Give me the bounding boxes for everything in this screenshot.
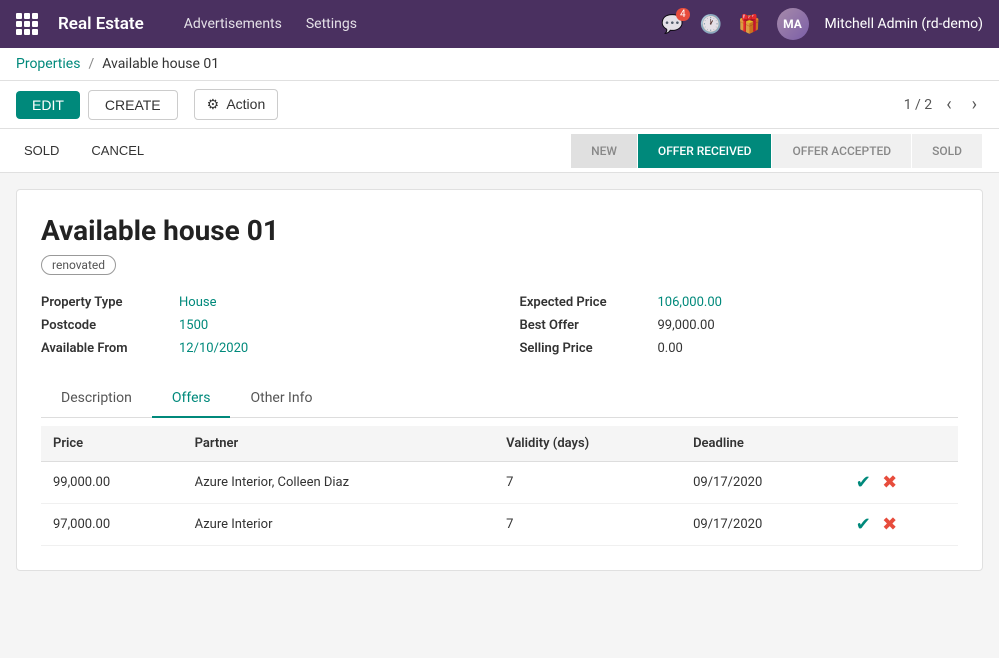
pipeline-step-new[interactable]: NEW <box>571 134 638 168</box>
field-value-selling-price: 0.00 <box>658 341 683 356</box>
status-bar: SOLD CANCEL NEW OFFER RECEIVED OFFER ACC… <box>0 129 999 173</box>
col-header-validity: Validity (days) <box>494 426 681 462</box>
field-row-postcode: Postcode 1500 <box>41 318 480 333</box>
field-value-property-type[interactable]: House <box>179 295 216 310</box>
breadcrumb-current: Available house 01 <box>102 56 219 72</box>
nav-advertisements[interactable]: Advertisements <box>184 16 282 32</box>
tab-other-info[interactable]: Other Info <box>230 380 332 418</box>
cell-actions-1: ✔ ✖ <box>844 504 958 546</box>
accept-offer-icon-0[interactable]: ✔ <box>856 472 871 493</box>
field-label-best-offer: Best Offer <box>520 318 650 333</box>
cell-validity-0: 7 <box>494 462 681 504</box>
tab-offers[interactable]: Offers <box>152 380 231 418</box>
table-row: 97,000.00 Azure Interior 7 09/17/2020 ✔ … <box>41 504 958 546</box>
fields-right: Expected Price 106,000.00 Best Offer 99,… <box>520 295 959 356</box>
field-value-expected-price: 106,000.00 <box>658 295 722 310</box>
breadcrumb-separator: / <box>88 56 94 72</box>
offers-table: Price Partner Validity (days) Deadline 9… <box>41 426 958 546</box>
pipeline-step-offer-received[interactable]: OFFER RECEIVED <box>638 134 773 168</box>
gift-icon[interactable]: 🎁 <box>738 14 760 35</box>
main-content: Available house 01 renovated Property Ty… <box>0 173 999 587</box>
field-label-postcode: Postcode <box>41 318 171 333</box>
pagination: 1 / 2 ‹ › <box>904 92 983 117</box>
col-header-deadline: Deadline <box>681 426 844 462</box>
clock-icon[interactable]: 🕐 <box>700 14 722 35</box>
nav-icons: 💬4 🕐 🎁 MA Mitchell Admin (rd-demo) <box>661 8 983 40</box>
breadcrumb-parent[interactable]: Properties <box>16 56 80 72</box>
app-grid-icon[interactable] <box>16 13 38 35</box>
field-value-best-offer: 99,000.00 <box>658 318 715 333</box>
field-label-available-from: Available From <box>41 341 171 356</box>
col-header-actions <box>844 426 958 462</box>
avatar[interactable]: MA <box>777 8 809 40</box>
sold-action-button[interactable]: SOLD <box>16 139 67 162</box>
cell-partner-0: Azure Interior, Colleen Diaz <box>183 462 495 504</box>
next-arrow[interactable]: › <box>966 92 983 117</box>
field-label-expected-price: Expected Price <box>520 295 650 310</box>
accept-offer-icon-1[interactable]: ✔ <box>856 514 871 535</box>
cell-actions-0: ✔ ✖ <box>844 462 958 504</box>
cell-partner-1: Azure Interior <box>183 504 495 546</box>
field-row-property-type: Property Type House <box>41 295 480 310</box>
pipeline-step-sold[interactable]: SOLD <box>912 134 983 168</box>
pagination-count: 1 / 2 <box>904 97 932 113</box>
nav-links: Advertisements Settings <box>184 16 641 32</box>
tag-badge: renovated <box>41 255 116 275</box>
user-name[interactable]: Mitchell Admin (rd-demo) <box>825 16 984 32</box>
app-name: Real Estate <box>58 14 144 34</box>
fields-left: Property Type House Postcode 1500 Availa… <box>41 295 480 356</box>
status-pipeline: NEW OFFER RECEIVED OFFER ACCEPTED SOLD <box>571 134 983 168</box>
refuse-offer-icon-0[interactable]: ✖ <box>882 472 897 493</box>
top-nav: Real Estate Advertisements Settings 💬4 🕐… <box>0 0 999 48</box>
fields-grid: Property Type House Postcode 1500 Availa… <box>41 295 958 356</box>
create-button[interactable]: CREATE <box>88 90 178 120</box>
cell-price-0: 99,000.00 <box>41 462 183 504</box>
edit-button[interactable]: EDIT <box>16 91 80 119</box>
cell-deadline-1: 09/17/2020 <box>681 504 844 546</box>
field-row-available-from: Available From 12/10/2020 <box>41 341 480 356</box>
col-header-price: Price <box>41 426 183 462</box>
status-actions: SOLD CANCEL <box>16 129 152 172</box>
cell-price-1: 97,000.00 <box>41 504 183 546</box>
field-row-best-offer: Best Offer 99,000.00 <box>520 318 959 333</box>
cell-deadline-0: 09/17/2020 <box>681 462 844 504</box>
prev-arrow[interactable]: ‹ <box>940 92 957 117</box>
col-header-partner: Partner <box>183 426 495 462</box>
gear-icon: ⚙ <box>207 96 220 112</box>
field-value-available-from[interactable]: 12/10/2020 <box>179 341 248 356</box>
field-value-postcode[interactable]: 1500 <box>179 318 208 333</box>
breadcrumb: Properties / Available house 01 <box>0 48 999 81</box>
cancel-action-button[interactable]: CANCEL <box>83 139 152 162</box>
table-header-row: Price Partner Validity (days) Deadline <box>41 426 958 462</box>
refuse-offer-icon-1[interactable]: ✖ <box>882 514 897 535</box>
field-row-selling-price: Selling Price 0.00 <box>520 341 959 356</box>
pipeline-step-offer-accepted[interactable]: OFFER ACCEPTED <box>772 134 912 168</box>
action-button[interactable]: ⚙ Action <box>194 89 279 120</box>
tab-description[interactable]: Description <box>41 380 152 418</box>
record-title: Available house 01 <box>41 214 958 247</box>
field-label-property-type: Property Type <box>41 295 171 310</box>
action-bar: EDIT CREATE ⚙ Action 1 / 2 ‹ › <box>0 81 999 129</box>
field-row-expected-price: Expected Price 106,000.00 <box>520 295 959 310</box>
record-card: Available house 01 renovated Property Ty… <box>16 189 983 571</box>
cell-validity-1: 7 <box>494 504 681 546</box>
field-label-selling-price: Selling Price <box>520 341 650 356</box>
table-row: 99,000.00 Azure Interior, Colleen Diaz 7… <box>41 462 958 504</box>
tabs-bar: Description Offers Other Info <box>41 380 958 418</box>
nav-settings[interactable]: Settings <box>306 16 357 32</box>
discuss-icon[interactable]: 💬4 <box>661 14 683 35</box>
